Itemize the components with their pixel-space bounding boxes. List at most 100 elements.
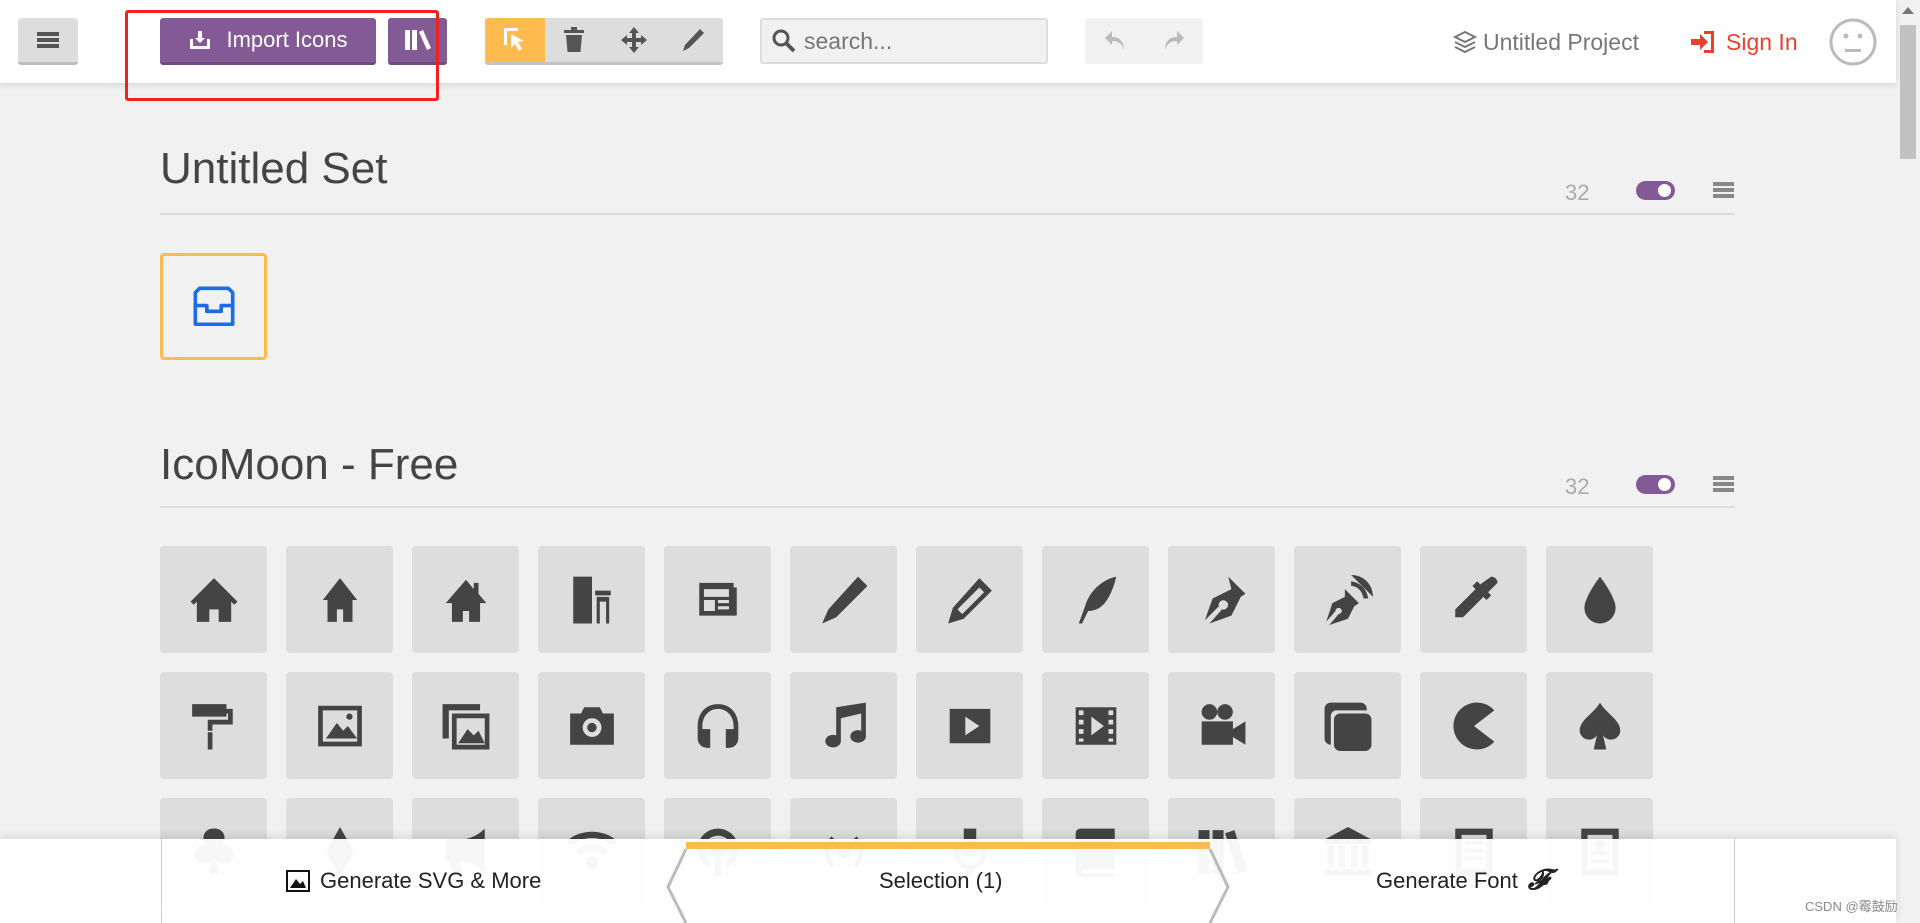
droplet-icon	[1583, 576, 1616, 623]
icon-tile-blog[interactable]	[1294, 546, 1401, 653]
icon-tile-images[interactable]	[412, 672, 519, 779]
books-icon	[404, 30, 431, 50]
selection-tab[interactable]: Selection (1)	[879, 853, 1003, 909]
images-icon	[442, 703, 489, 749]
pencil-icon	[821, 576, 867, 623]
set-menu-icon[interactable]	[1713, 182, 1734, 200]
redo-icon	[1164, 31, 1184, 50]
undo-icon	[1104, 31, 1124, 50]
select-tool-button[interactable]	[485, 18, 545, 62]
import-icon	[190, 31, 211, 49]
quill-icon	[1078, 576, 1116, 623]
icon-tile-video-camera[interactable]	[1168, 672, 1275, 779]
tool-mode-group	[485, 18, 723, 65]
headphones-icon	[697, 703, 738, 748]
project-button[interactable]: Untitled Project	[1453, 26, 1639, 58]
icon-tile-home[interactable]	[160, 546, 267, 653]
move-icon	[620, 27, 647, 53]
office-icon	[572, 576, 611, 623]
bottom-action-bar: Generate SVG & More Selection (1) Genera…	[0, 839, 1896, 923]
generate-font-button[interactable]: Generate Font 𝓕	[1376, 853, 1549, 909]
search-input[interactable]	[804, 27, 1024, 55]
edit-tool-button[interactable]	[664, 18, 724, 62]
set-title[interactable]: IcoMoon - Free	[160, 440, 458, 490]
icon-tile-music[interactable]	[790, 672, 897, 779]
image-icon	[286, 870, 310, 892]
import-icons-button[interactable]: Import Icons	[160, 18, 376, 65]
drawer-icon	[193, 286, 234, 326]
set-menu-icon[interactable]	[1713, 476, 1734, 494]
icon-tile-home2[interactable]	[286, 546, 393, 653]
bar-divider	[1734, 839, 1735, 923]
home-icon	[190, 577, 237, 622]
home3-icon	[445, 579, 486, 622]
video-camera-icon	[1201, 703, 1245, 745]
icon-tile-office[interactable]	[538, 546, 645, 653]
set-divider	[160, 213, 1735, 215]
icon-tile-headphones[interactable]	[664, 672, 771, 779]
generate-svg-label: Generate SVG & More	[320, 868, 542, 893]
undo-button[interactable]	[1085, 18, 1144, 64]
music-icon	[824, 702, 866, 747]
image-icon	[317, 705, 362, 746]
set-toggle[interactable]	[1636, 475, 1675, 494]
icon-tile-pacman[interactable]	[1420, 672, 1527, 779]
search-box	[760, 18, 1048, 64]
sign-in-link[interactable]: Sign In	[1690, 26, 1798, 58]
newspaper-icon	[698, 582, 737, 616]
delete-tool-button[interactable]	[545, 18, 605, 62]
icon-tile-camera[interactable]	[538, 672, 645, 779]
pencil2-icon	[947, 577, 992, 623]
pen-icon	[1204, 576, 1245, 623]
icon-tile-eyedropper[interactable]	[1420, 546, 1527, 653]
pacman-icon	[1452, 702, 1494, 749]
icon-tile-play[interactable]	[916, 672, 1023, 779]
redo-button[interactable]	[1144, 18, 1203, 64]
selection-label: Selection (1)	[879, 868, 1003, 893]
icon-tile-newspaper[interactable]	[664, 546, 771, 653]
dice-icon	[1324, 702, 1371, 751]
icon-tile-home3[interactable]	[412, 546, 519, 653]
move-tool-button[interactable]	[604, 18, 664, 62]
pencil-icon	[683, 29, 705, 51]
camera-icon	[569, 706, 614, 745]
trash-icon	[564, 27, 585, 52]
icon-tile-paint-format[interactable]	[160, 672, 267, 779]
film-icon	[1075, 706, 1116, 745]
icon-tile-film[interactable]	[1042, 672, 1149, 779]
icon-tile-spades[interactable]	[1546, 672, 1653, 779]
eyedropper-icon	[1454, 576, 1497, 617]
icon-tile-pencil[interactable]	[790, 546, 897, 653]
vertical-scrollbar[interactable]	[1896, 0, 1920, 923]
bar-divider	[161, 839, 162, 923]
neutral-face-avatar-icon[interactable]	[1829, 18, 1877, 66]
set-title[interactable]: Untitled Set	[160, 144, 387, 194]
spades-icon	[1579, 702, 1620, 749]
selected-icon-tile[interactable]	[160, 253, 267, 360]
layers-icon	[1453, 30, 1477, 54]
icon-tile-quill[interactable]	[1042, 546, 1149, 653]
icon-tile-droplet[interactable]	[1546, 546, 1653, 653]
generate-svg-button[interactable]: Generate SVG & More	[286, 853, 541, 909]
scrollbar-thumb[interactable]	[1900, 25, 1916, 159]
enter-icon	[1691, 31, 1714, 53]
search-icon	[772, 29, 796, 53]
generate-font-label: Generate Font	[1376, 868, 1518, 893]
hamburger-icon	[37, 32, 59, 48]
font-f-icon: 𝓕	[1527, 865, 1549, 896]
selection-indicator	[686, 842, 1210, 849]
set-toggle[interactable]	[1636, 181, 1675, 200]
icon-tile-pen[interactable]	[1168, 546, 1275, 653]
paint-format-icon	[191, 703, 233, 749]
select-cursor-icon	[503, 28, 524, 51]
blog-icon	[1325, 574, 1373, 625]
home2-icon	[322, 577, 357, 622]
main-menu-button[interactable]	[18, 18, 78, 65]
icon-library-button[interactable]	[388, 18, 447, 65]
scroll-up-arrow-icon[interactable]	[1902, 7, 1914, 14]
set-icon-count: 32	[1565, 180, 1590, 205]
icon-tile-pencil2[interactable]	[916, 546, 1023, 653]
set-divider	[160, 506, 1735, 508]
icon-tile-image[interactable]	[286, 672, 393, 779]
icon-tile-dice[interactable]	[1294, 672, 1401, 779]
